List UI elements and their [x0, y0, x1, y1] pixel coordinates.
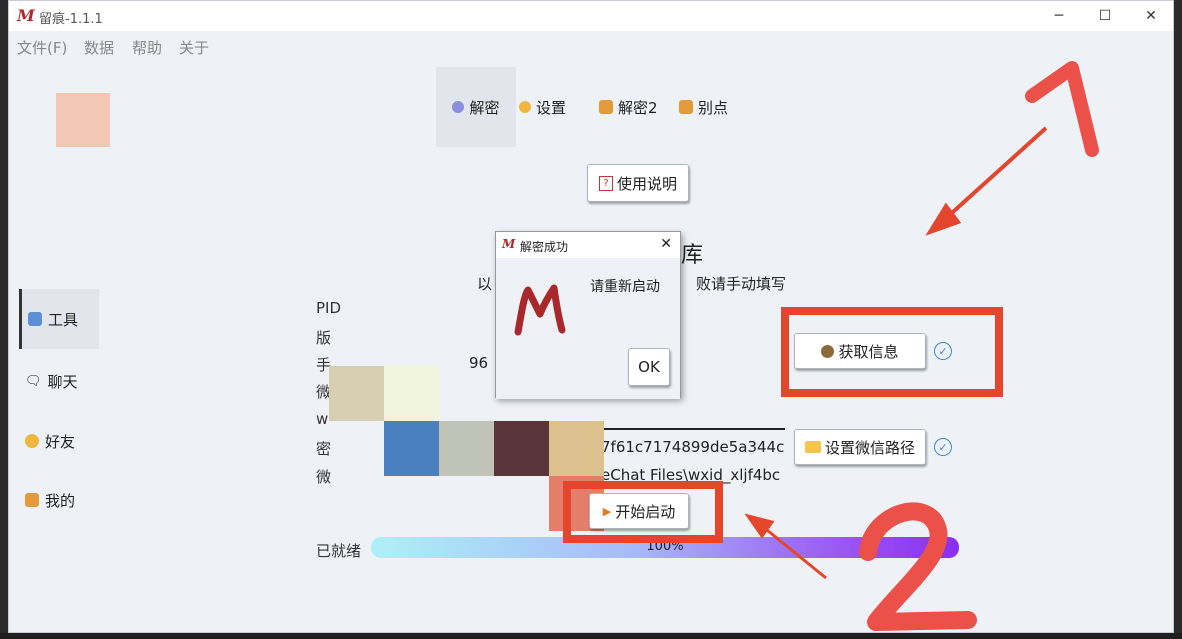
annotation-number-2 [859, 502, 977, 631]
arrow-1 [925, 126, 1048, 236]
annotation-number-1 [1025, 61, 1099, 157]
arrow-2 [744, 513, 827, 580]
annotation-overlay [744, 61, 1099, 631]
taskbar [0, 633, 1182, 639]
